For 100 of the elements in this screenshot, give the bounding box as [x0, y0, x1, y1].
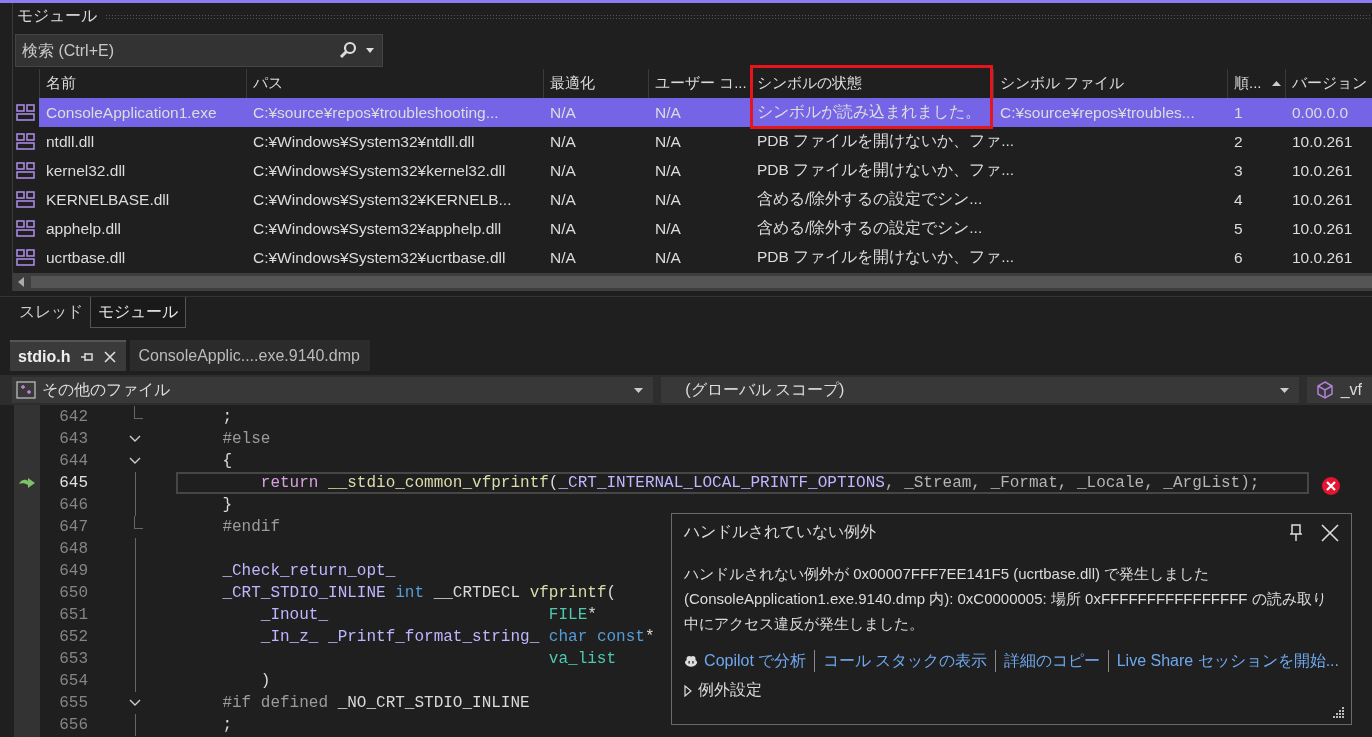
- code-line: ): [259, 672, 271, 690]
- column-header[interactable]: バージョン: [1285, 69, 1372, 98]
- table-cell: C:¥Windows¥System32¥apphelp.dll: [253, 219, 502, 237]
- resize-grip-icon[interactable]: [1333, 706, 1345, 718]
- table-cell: N/A: [550, 219, 576, 237]
- exception-message: ハンドルされない例外が 0x00007FFF7EE141F5 (ucrtbase.dll) で発生しました (ConsoleApplication1.exe.9140.dmp 内): 0xC0000005: 場所 0xFFFFFFFFFFFFFFFF の読み取り中にアクセス違反が発生しました。: [684, 564, 1328, 634]
- line-number: 650: [58, 584, 88, 602]
- table-cell: C:¥Windows¥System32¥ntdll.dll: [253, 132, 475, 150]
- table-cell: ucrtbase.dll: [46, 248, 126, 266]
- pin-icon[interactable]: [80, 351, 95, 362]
- table-cell: 5: [1234, 219, 1243, 237]
- collapse-chevron-icon[interactable]: [129, 456, 141, 466]
- table-cell: N/A: [655, 161, 681, 179]
- module-row[interactable]: apphelp.dll C:¥Windows¥System32¥apphelp.dll N/A N/A 含める/除外するの設定でシン... 5 10.0.261: [13, 214, 1372, 243]
- close-icon[interactable]: [104, 350, 117, 363]
- table-cell: C:¥source¥repos¥troubleshooting...: [253, 103, 499, 121]
- current-statement-arrow-icon: [18, 476, 36, 490]
- column-header[interactable]: 順...: [1227, 69, 1285, 98]
- dropdown-caret-icon[interactable]: [366, 48, 374, 53]
- column-header[interactable]: シンボル ファイル: [993, 69, 1227, 98]
- column-header[interactable]: シンボルの状態: [750, 69, 993, 98]
- exception-settings-expander[interactable]: 例外設定: [684, 680, 1339, 701]
- action-link[interactable]: Live Share セッションを開始...: [1116, 650, 1339, 672]
- table-cell: PDB ファイルを開けないか、ファ...: [757, 132, 1015, 149]
- scroll-left-arrow-icon[interactable]: [17, 277, 25, 287]
- table-cell: N/A: [550, 103, 576, 121]
- module-icon: [16, 190, 36, 209]
- code-line: ;: [221, 716, 232, 734]
- search-icon: [339, 41, 357, 59]
- code-line: va_list: [547, 650, 617, 668]
- column-header[interactable]: パス: [246, 69, 543, 98]
- line-number: 654: [58, 672, 88, 690]
- pin-icon[interactable]: [1289, 523, 1303, 542]
- collapse-chevron-icon[interactable]: [129, 434, 141, 444]
- line-number: 653: [58, 650, 88, 668]
- line-number: 649: [58, 562, 88, 580]
- module-row[interactable]: ntdll.dll C:¥Windows¥System32¥ntdll.dll N/A N/A PDB ファイルを開けないか、ファ... 2 10.0.261: [13, 127, 1372, 156]
- table-cell: 10.0.261: [1292, 248, 1353, 266]
- code-line: }: [221, 496, 232, 514]
- module-row[interactable]: kernel32.dll C:¥Windows¥System32¥kernel32.dll N/A N/A PDB ファイルを開けないか、ファ... 3 10.0.261: [13, 156, 1372, 185]
- module-icon: [16, 103, 36, 122]
- panel-title: モジュール: [17, 6, 97, 26]
- table-cell: PDB ファイルを開けないか、ファ...: [757, 248, 1015, 265]
- table-cell: N/A: [550, 248, 576, 266]
- horizontal-scrollbar[interactable]: [13, 273, 1372, 291]
- close-icon[interactable]: [1321, 523, 1339, 542]
- action-link[interactable]: コール スタックの表示: [823, 650, 988, 672]
- tool-tab[interactable]: スレッド: [12, 297, 90, 328]
- line-number: 655: [58, 694, 88, 712]
- project-dropdown[interactable]: その他のファイル: [12, 377, 654, 403]
- table-cell: 2: [1234, 132, 1243, 150]
- table-cell: 0.00.0.0: [1292, 103, 1349, 121]
- scope-dropdown[interactable]: (グローバル スコープ): [661, 377, 1299, 403]
- table-cell: 10.0.261: [1292, 219, 1353, 237]
- table-cell: シンボルが読み込まれました。: [757, 103, 981, 120]
- search-field[interactable]: 検索 (Ctrl+E): [15, 34, 383, 67]
- table-cell: 10.0.261: [1292, 161, 1353, 179]
- expand-triangle-icon: [684, 684, 692, 697]
- error-icon[interactable]: [1321, 476, 1342, 496]
- line-number: 644: [58, 452, 88, 470]
- module-icon: [16, 132, 36, 151]
- action-link[interactable]: Copilot で分析: [704, 650, 807, 672]
- module-row[interactable]: ucrtbase.dll C:¥Windows¥System32¥ucrtbase.dll N/A N/A PDB ファイルを開けないか、ファ... 6 10.0.261: [13, 243, 1372, 272]
- table-cell: C:¥Windows¥System32¥ucrtbase.dll: [253, 248, 506, 266]
- code-line: ;: [221, 408, 232, 426]
- line-number: 652: [58, 628, 88, 646]
- table-cell: 3: [1234, 161, 1243, 179]
- table-cell: 6: [1234, 248, 1243, 266]
- table-cell: 含める/除外するの設定でシン...: [757, 190, 983, 207]
- table-cell: 10.0.261: [1292, 132, 1353, 150]
- table-cell: apphelp.dll: [46, 219, 121, 237]
- column-header[interactable]: 名前: [39, 69, 246, 98]
- line-number: 645: [58, 474, 88, 492]
- table-cell: PDB ファイルを開けないか、ファ...: [757, 161, 1015, 178]
- line-number: 647: [58, 518, 88, 536]
- tool-tab[interactable]: モジュール: [90, 297, 186, 328]
- module-row[interactable]: KERNELBASE.dll C:¥Windows¥System32¥KERNELB... N/A N/A 含める/除外するの設定でシン... 4 10.0.261: [13, 185, 1372, 214]
- dropdown-caret-icon: [1279, 387, 1289, 393]
- line-number: 643: [58, 430, 88, 448]
- column-header[interactable]: ユーザー コ...: [648, 69, 750, 98]
- popup-title: ハンドルされていない例外: [684, 522, 877, 542]
- table-cell: N/A: [655, 190, 681, 208]
- table-cell: KERNELBASE.dll: [46, 190, 170, 208]
- cube-icon: [1314, 380, 1335, 400]
- dropdown-caret-icon: [634, 387, 644, 393]
- table-cell: N/A: [550, 190, 576, 208]
- table-cell: 4: [1234, 190, 1243, 208]
- document-tab[interactable]: stdio.h: [10, 340, 127, 371]
- collapse-chevron-icon[interactable]: [129, 698, 141, 708]
- action-link[interactable]: 詳細のコピー: [1004, 650, 1101, 672]
- table-cell: N/A: [550, 161, 576, 179]
- code-line: #endif: [221, 518, 280, 536]
- code-line: {: [221, 452, 232, 470]
- column-header[interactable]: 最適化: [543, 69, 648, 98]
- member-dropdown[interactable]: _vf: [1306, 377, 1372, 403]
- code-line: _Inout_ FILE*: [259, 606, 597, 624]
- line-number: 648: [58, 540, 88, 558]
- document-tab[interactable]: ConsoleApplic....exe.9140.dmp: [130, 340, 370, 371]
- table-cell: C:¥Windows¥System32¥kernel32.dll: [253, 161, 506, 179]
- module-icon: [16, 161, 36, 180]
